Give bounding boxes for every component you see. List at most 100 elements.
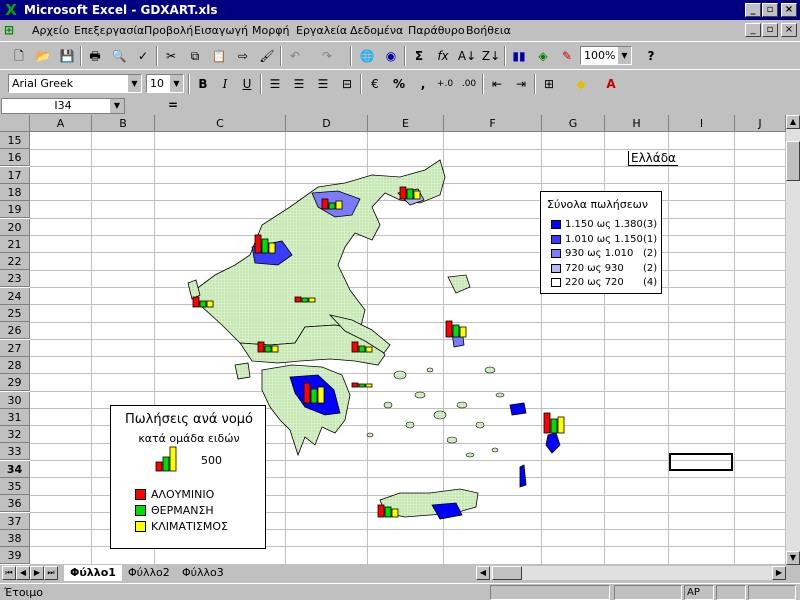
tab-sheet1[interactable]: Φύλλο1 xyxy=(64,565,122,581)
increase-indent-icon[interactable]: ⇥ xyxy=(510,74,532,94)
menu-insert[interactable]: Εισαγωγή xyxy=(194,24,248,37)
copy-icon[interactable]: ⧉ xyxy=(184,46,206,66)
vertical-scrollbar[interactable]: ▲ ▼ xyxy=(786,115,800,565)
menu-help[interactable]: Βοήθεια xyxy=(466,24,511,37)
percent-icon[interactable]: % xyxy=(388,74,410,94)
chevron-down-icon[interactable]: ▼ xyxy=(617,47,631,64)
minimize-button[interactable]: _ xyxy=(745,3,761,17)
borders-icon[interactable]: ⊞ xyxy=(538,74,560,94)
legend-swatch xyxy=(551,249,561,258)
chart-wizard-icon[interactable]: ▮▮ xyxy=(508,46,530,66)
sales-legend-item: 1.010 ως 1.150 (1) xyxy=(551,234,661,246)
help-icon[interactable]: ? xyxy=(640,46,662,66)
open-icon[interactable]: 📂 xyxy=(32,46,54,66)
menu-view[interactable]: Προβολή xyxy=(144,24,193,37)
menu-edit[interactable]: Επεξεργασία xyxy=(74,24,144,37)
prev-sheet-icon[interactable]: ◀ xyxy=(16,566,30,580)
tab-sheet2[interactable]: Φύλλο2 xyxy=(122,565,176,581)
scroll-thumb[interactable] xyxy=(786,141,800,181)
doc-close-button[interactable]: × xyxy=(781,23,797,37)
map-bar xyxy=(384,506,392,518)
menu-file[interactable]: Αρχείο xyxy=(32,24,69,37)
map-bar xyxy=(550,418,558,434)
doc-minimize-button[interactable]: _ xyxy=(745,23,761,37)
save-icon[interactable]: 💾 xyxy=(56,46,78,66)
map-bar xyxy=(321,198,329,210)
legend-swatch xyxy=(551,278,561,287)
zoom-select[interactable]: 100% ▼ xyxy=(580,46,632,65)
undo-icon[interactable]: ↶ xyxy=(284,46,306,66)
workbook-icon[interactable]: ⊞ xyxy=(4,23,18,37)
h-scroll-thumb[interactable] xyxy=(492,566,522,580)
next-sheet-icon[interactable]: ▶ xyxy=(30,566,44,580)
chevron-down-icon[interactable]: ▼ xyxy=(169,75,183,92)
merge-center-icon[interactable]: ⊟ xyxy=(336,74,358,94)
function-icon[interactable]: fx xyxy=(432,46,454,66)
horizontal-scrollbar[interactable]: ◀ ▶ xyxy=(476,566,786,580)
align-left-icon[interactable]: ☰ xyxy=(264,74,286,94)
redo-icon[interactable]: ↷ xyxy=(316,46,338,66)
align-center-icon[interactable]: ☰ xyxy=(288,74,310,94)
close-button[interactable]: × xyxy=(781,3,797,17)
doc-restore-button[interactable]: ▫ xyxy=(762,23,778,37)
menu-tools[interactable]: Εργαλεία xyxy=(296,24,347,37)
align-right-icon[interactable]: ☰ xyxy=(312,74,334,94)
comma-style-icon[interactable]: , xyxy=(412,74,434,94)
sort-descending-icon[interactable]: Z↓ xyxy=(480,46,502,66)
new-icon[interactable]: 🗋 xyxy=(8,46,30,66)
map-bar xyxy=(377,504,385,518)
map-bar xyxy=(365,346,373,353)
formatting-toolbar: Arial Greek ▼ 10 ▼ B I U ☰ ☰ ☰ ⊟ € % , +… xyxy=(0,69,800,97)
maximize-button[interactable]: ▫ xyxy=(762,3,778,17)
drawing-icon[interactable]: ✎ xyxy=(556,46,578,66)
chevron-down-icon[interactable]: ▼ xyxy=(127,75,141,92)
fill-color-icon[interactable]: ◆ xyxy=(570,74,592,94)
legend-count: (3) xyxy=(643,219,658,230)
cut-icon[interactable]: ✂ xyxy=(160,46,182,66)
first-sheet-icon[interactable]: ⏮ xyxy=(2,566,16,580)
paste-icon[interactable]: 📋 xyxy=(208,46,230,66)
web-icon[interactable]: 🌐 xyxy=(356,46,378,66)
bold-button[interactable]: B xyxy=(192,74,214,94)
name-box[interactable]: I34 ▼ xyxy=(1,98,125,114)
menu-format[interactable]: Μορφή xyxy=(252,24,289,37)
increase-decimal-icon[interactable]: +.0 xyxy=(434,74,456,94)
sales-totals-legend[interactable]: Σύνολα πωλήσεων 1.150 ως 1.380 (3) 1.010 ω… xyxy=(540,191,662,294)
spelling-icon[interactable]: ✓ xyxy=(132,46,154,66)
sort-ascending-icon[interactable]: A↓ xyxy=(456,46,478,66)
scroll-up-icon[interactable]: ▲ xyxy=(786,115,800,129)
web-toolbar-icon[interactable]: ◉ xyxy=(380,46,402,66)
scroll-left-icon[interactable]: ◀ xyxy=(476,566,490,580)
decrease-indent-icon[interactable]: ⇤ xyxy=(486,74,508,94)
font-select[interactable]: Arial Greek ▼ xyxy=(8,74,142,93)
menu-window[interactable]: Παράθυρο xyxy=(408,24,465,37)
font-size-select[interactable]: 10 ▼ xyxy=(146,74,184,93)
last-sheet-icon[interactable]: ⏭ xyxy=(44,566,58,580)
equals-button[interactable]: = xyxy=(168,98,178,112)
autosum-icon[interactable]: Σ xyxy=(408,46,430,66)
print-icon[interactable]: 🖶 xyxy=(84,46,106,66)
status-text: Έτοιμο xyxy=(4,586,44,599)
format-painter-icon[interactable]: 🖌 xyxy=(256,46,278,66)
scroll-down-icon[interactable]: ▼ xyxy=(786,551,800,565)
print-preview-icon[interactable]: 🔍 xyxy=(108,46,130,66)
tab-sheet3[interactable]: Φύλλο3 xyxy=(176,565,230,581)
underline-button[interactable]: U xyxy=(236,74,258,94)
italic-button[interactable]: I xyxy=(214,74,236,94)
currency-icon[interactable]: € xyxy=(364,74,386,94)
paste-special-icon[interactable]: ⇨ xyxy=(232,46,254,66)
decrease-decimal-icon[interactable]: .00 xyxy=(458,74,480,94)
menu-data[interactable]: Δεδομένα xyxy=(350,24,403,37)
worksheet[interactable]: ABCDEFGHIJ 15 16 17 18 19 20 21 22 23 24 25 26 27 28 2… xyxy=(0,115,786,565)
category-legend[interactable]: Πωλήσεις ανά νομό κατά ομάδα ειδών 500 Α… xyxy=(110,405,266,549)
sales-legend-item: 930 ως 1.010 (2) xyxy=(551,248,661,260)
map-icon[interactable]: ◈ xyxy=(532,46,554,66)
excel-icon: X xyxy=(5,1,17,19)
map-bar xyxy=(543,412,551,434)
font-color-icon[interactable]: A xyxy=(600,74,622,94)
map-bar xyxy=(351,382,359,388)
map-bar xyxy=(254,234,262,254)
chevron-down-icon[interactable]: ▼ xyxy=(110,99,124,113)
menu-bar: ⊞ Αρχείο Επεξεργασία Προβολή Εισαγωγή Μο… xyxy=(0,20,800,40)
scroll-right-icon[interactable]: ▶ xyxy=(772,566,786,580)
